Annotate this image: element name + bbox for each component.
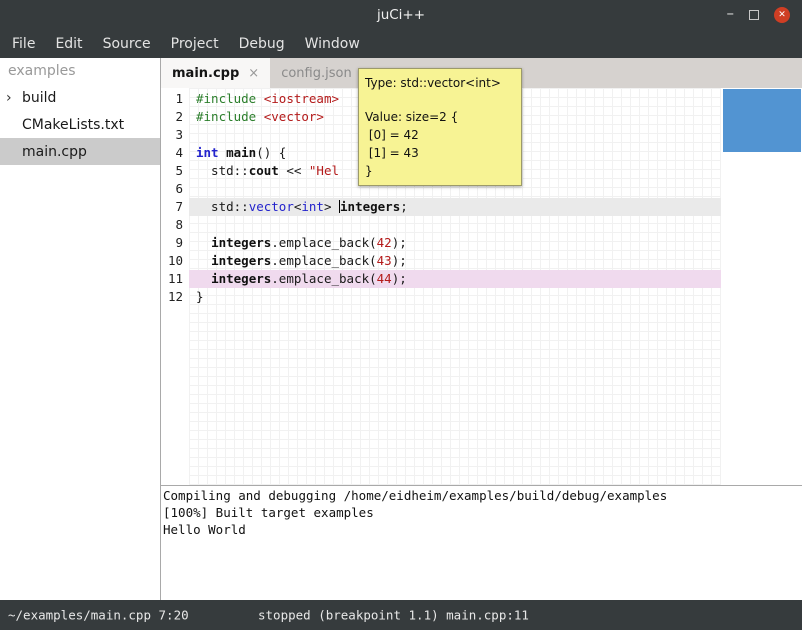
file-tree-header: examples bbox=[0, 58, 160, 84]
tooltip-type-line: Type: std::vector<int> bbox=[365, 74, 515, 92]
window-controls: – ✕ bbox=[727, 0, 791, 30]
tab-label: main.cpp bbox=[172, 66, 239, 81]
tooltip-value-line: [0] = 42 bbox=[365, 126, 515, 144]
window-title: juCi++ bbox=[0, 7, 802, 23]
scroll-overview-thumb[interactable] bbox=[723, 89, 801, 152]
menu-file[interactable]: File bbox=[2, 36, 45, 52]
menubar: FileEditSourceProjectDebugWindow bbox=[0, 30, 802, 58]
chevron-right-icon[interactable]: › bbox=[0, 90, 22, 106]
line-number[interactable]: 4 bbox=[161, 144, 189, 162]
status-cursor-position: ~/examples/main.cpp 7:20 bbox=[8, 608, 189, 623]
menu-edit[interactable]: Edit bbox=[45, 36, 92, 52]
menu-source[interactable]: Source bbox=[93, 36, 161, 52]
menu-window[interactable]: Window bbox=[295, 36, 370, 52]
tree-item-build[interactable]: ›build bbox=[0, 84, 160, 111]
line-number[interactable]: 8 bbox=[161, 216, 189, 234]
line-number[interactable]: 2 bbox=[161, 108, 189, 126]
code-line-12: 12} bbox=[161, 288, 721, 306]
line-number[interactable]: 1 bbox=[161, 90, 189, 108]
close-button[interactable]: ✕ bbox=[774, 7, 790, 23]
code-text[interactable] bbox=[189, 216, 721, 234]
close-icon: ✕ bbox=[778, 10, 786, 20]
minimize-button[interactable]: – bbox=[727, 6, 735, 21]
code-text[interactable]: } bbox=[189, 288, 721, 306]
code-line-9: 9 integers.emplace_back(42); bbox=[161, 234, 721, 252]
tree-item-label: CMakeLists.txt bbox=[22, 117, 124, 133]
line-number[interactable]: 10 bbox=[161, 252, 189, 270]
menu-project[interactable]: Project bbox=[161, 36, 229, 52]
statusbar: ~/examples/main.cpp 7:20 stopped (breakp… bbox=[0, 600, 802, 630]
line-number[interactable]: 7 bbox=[161, 198, 189, 216]
tab-main-cpp[interactable]: main.cpp × bbox=[161, 58, 270, 88]
file-tree-panel: examples ›build CMakeLists.txt main.cpp bbox=[0, 58, 161, 600]
line-number[interactable]: 12 bbox=[161, 288, 189, 306]
minimize-icon: – bbox=[727, 4, 735, 22]
line-number[interactable]: 3 bbox=[161, 126, 189, 144]
console-line: Compiling and debugging /home/eidheim/ex… bbox=[163, 487, 800, 504]
tooltip-value-line: } bbox=[365, 162, 515, 180]
tooltip-value-line: [1] = 43 bbox=[365, 144, 515, 162]
console-line: [100%] Built target examples bbox=[163, 504, 800, 521]
file-tree-items: ›build CMakeLists.txt main.cpp bbox=[0, 84, 160, 165]
restore-button[interactable] bbox=[749, 10, 759, 20]
tooltip-value-block: Value: size=2 { [0] = 42 [1] = 43} bbox=[365, 108, 515, 180]
tree-item-label: main.cpp bbox=[22, 144, 87, 160]
output-console[interactable]: Compiling and debugging /home/eidheim/ex… bbox=[161, 485, 802, 600]
code-text[interactable]: std::vector<int> integers; bbox=[189, 198, 721, 216]
line-number[interactable]: 5 bbox=[161, 162, 189, 180]
code-text[interactable]: integers.emplace_back(44); bbox=[189, 270, 721, 288]
app-window: juCi++ – ✕ FileEditSourceProjectDebugWin… bbox=[0, 0, 802, 630]
menu-debug[interactable]: Debug bbox=[229, 36, 295, 52]
tree-item-label: build bbox=[22, 90, 56, 106]
code-line-7: 7 std::vector<int> integers; bbox=[161, 198, 721, 216]
line-number[interactable]: 11 bbox=[161, 270, 189, 288]
tab-label: config.json bbox=[281, 66, 352, 81]
tooltip-value-line: Value: size=2 { bbox=[365, 108, 515, 126]
code-line-10: 10 integers.emplace_back(43); bbox=[161, 252, 721, 270]
tree-item-main-cpp[interactable]: main.cpp bbox=[0, 138, 160, 165]
code-text[interactable]: integers.emplace_back(42); bbox=[189, 234, 721, 252]
console-line: Hello World bbox=[163, 521, 800, 538]
titlebar: juCi++ – ✕ bbox=[0, 0, 802, 30]
close-tab-icon[interactable]: × bbox=[248, 66, 259, 81]
code-text[interactable]: integers.emplace_back(43); bbox=[189, 252, 721, 270]
debug-value-tooltip: Type: std::vector<int> Value: size=2 { [… bbox=[358, 68, 522, 186]
status-debug-state: stopped (breakpoint 1.1) main.cpp:11 bbox=[258, 608, 529, 623]
line-number[interactable]: 6 bbox=[161, 180, 189, 198]
tree-item-cmakelists-txt[interactable]: CMakeLists.txt bbox=[0, 111, 160, 138]
code-line-8: 8 bbox=[161, 216, 721, 234]
code-line-11: 11 integers.emplace_back(44); bbox=[161, 270, 721, 288]
line-number[interactable]: 9 bbox=[161, 234, 189, 252]
